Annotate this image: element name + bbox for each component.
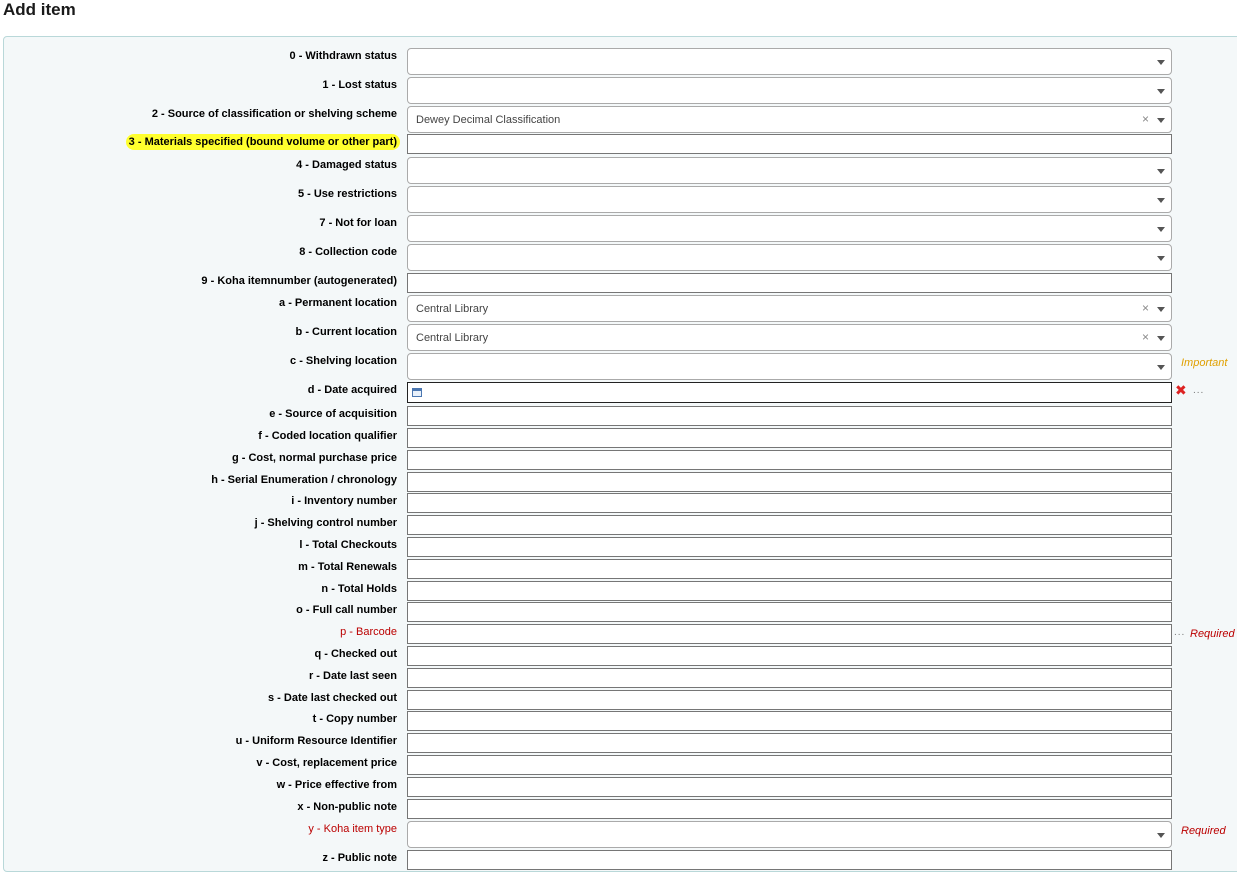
replacement-price-input[interactable]	[407, 755, 1172, 775]
checked-out-label: q - Checked out	[314, 648, 397, 660]
coded-location-input[interactable]	[407, 428, 1172, 448]
copy-number-label: t - Copy number	[312, 713, 397, 725]
inventory-number-input[interactable]	[407, 493, 1172, 513]
more-options-link[interactable]: ...	[1193, 385, 1204, 396]
shelving-control-label: j - Shelving control number	[254, 517, 397, 529]
inventory-number-label: i - Inventory number	[291, 495, 397, 507]
shelving-location-select[interactable]	[407, 353, 1172, 380]
classification-source-value: Dewey Decimal Classification	[416, 114, 561, 126]
calendar-icon[interactable]	[412, 388, 422, 397]
total-renewals-label: m - Total Renewals	[298, 561, 397, 573]
serial-enumeration-input[interactable]	[407, 472, 1172, 492]
current-location-select[interactable]: Central Library ×	[407, 324, 1172, 351]
chevron-down-icon	[1157, 89, 1165, 94]
total-renewals-input[interactable]	[407, 559, 1172, 579]
public-note-input[interactable]	[407, 850, 1172, 870]
total-holds-label: n - Total Holds	[321, 583, 397, 595]
itemnumber-input[interactable]	[407, 273, 1172, 293]
damaged-status-select[interactable]	[407, 157, 1172, 184]
shelving-control-input[interactable]	[407, 515, 1172, 535]
not-for-loan-select[interactable]	[407, 215, 1172, 242]
permanent-location-label: a - Permanent location	[279, 297, 397, 309]
required-hint: Required	[1190, 628, 1235, 640]
materials-specified-input[interactable]	[407, 134, 1172, 154]
shelving-location-label: c - Shelving location	[290, 355, 397, 367]
not-for-loan-label: 7 - Not for loan	[319, 217, 397, 229]
total-checkouts-input[interactable]	[407, 537, 1172, 557]
clear-date-icon[interactable]: ✖	[1175, 382, 1187, 398]
chevron-down-icon	[1157, 169, 1165, 174]
chevron-down-icon	[1157, 336, 1165, 341]
checked-out-input[interactable]	[407, 646, 1172, 666]
chevron-down-icon	[1157, 60, 1165, 65]
serial-enumeration-label: h - Serial Enumeration / chronology	[211, 474, 397, 486]
item-type-select[interactable]	[407, 821, 1172, 848]
call-number-input[interactable]	[407, 602, 1172, 622]
withdrawn-status-label: 0 - Withdrawn status	[289, 50, 397, 62]
chevron-down-icon	[1157, 256, 1165, 261]
date-last-seen-label: r - Date last seen	[308, 670, 397, 682]
more-options-link[interactable]: ...	[1174, 627, 1185, 638]
total-holds-input[interactable]	[407, 581, 1172, 601]
chevron-down-icon	[1157, 833, 1165, 838]
public-note-label: z - Public note	[322, 852, 397, 864]
materials-specified-label: 3 - Materials specified (bound volume or…	[125, 134, 400, 150]
chevron-down-icon	[1157, 118, 1165, 123]
chevron-down-icon	[1157, 227, 1165, 232]
clear-icon[interactable]: ×	[1142, 330, 1149, 344]
lost-status-select[interactable]	[407, 77, 1172, 104]
classification-source-label: 2 - Source of classification or shelving…	[151, 108, 397, 120]
permanent-location-select[interactable]: Central Library ×	[407, 295, 1172, 322]
current-location-label: b - Current location	[295, 326, 397, 338]
itemnumber-label: 9 - Koha itemnumber (autogenerated)	[201, 275, 397, 287]
use-restrictions-select[interactable]	[407, 186, 1172, 213]
item-type-label: y - Koha item type	[308, 823, 397, 835]
purchase-price-input[interactable]	[407, 450, 1172, 470]
total-checkouts-label: l - Total Checkouts	[299, 539, 397, 551]
collection-code-label: 8 - Collection code	[299, 246, 397, 258]
barcode-input[interactable]	[407, 624, 1172, 644]
replacement-price-label: v - Cost, replacement price	[256, 757, 397, 769]
date-acquired-label: d - Date acquired	[307, 384, 397, 396]
classification-source-select[interactable]: Dewey Decimal Classification ×	[407, 106, 1172, 133]
acquisition-source-label: e - Source of acquisition	[269, 408, 397, 420]
required-hint: Required	[1181, 825, 1226, 837]
chevron-down-icon	[1157, 198, 1165, 203]
purchase-price-label: g - Cost, normal purchase price	[231, 452, 397, 464]
date-last-seen-input[interactable]	[407, 668, 1172, 688]
permanent-location-value: Central Library	[416, 303, 489, 315]
non-public-note-input[interactable]	[407, 799, 1172, 819]
use-restrictions-label: 5 - Use restrictions	[297, 188, 397, 200]
clear-icon[interactable]: ×	[1142, 112, 1149, 126]
date-last-checked-out-input[interactable]	[407, 690, 1172, 710]
damaged-status-label: 4 - Damaged status	[296, 159, 397, 171]
acquisition-source-input[interactable]	[407, 406, 1172, 426]
page-title: Add item	[3, 0, 76, 19]
coded-location-label: f - Coded location qualifier	[258, 430, 397, 442]
chevron-down-icon	[1157, 365, 1165, 370]
chevron-down-icon	[1157, 307, 1165, 312]
date-acquired-input[interactable]	[407, 382, 1172, 403]
uri-input[interactable]	[407, 733, 1172, 753]
collection-code-select[interactable]	[407, 244, 1172, 271]
date-last-checked-out-label: s - Date last checked out	[268, 692, 397, 704]
clear-icon[interactable]: ×	[1142, 301, 1149, 315]
price-effective-input[interactable]	[407, 777, 1172, 797]
withdrawn-status-select[interactable]	[407, 48, 1172, 75]
lost-status-label: 1 - Lost status	[322, 79, 397, 91]
non-public-note-label: x - Non-public note	[297, 801, 397, 813]
price-effective-label: w - Price effective from	[276, 779, 397, 791]
barcode-label: p - Barcode	[340, 626, 397, 638]
call-number-label: o - Full call number	[296, 604, 397, 616]
copy-number-input[interactable]	[407, 711, 1172, 731]
important-hint: Important	[1181, 357, 1228, 369]
uri-label: u - Uniform Resource Identifier	[235, 735, 397, 747]
current-location-value: Central Library	[416, 332, 489, 344]
